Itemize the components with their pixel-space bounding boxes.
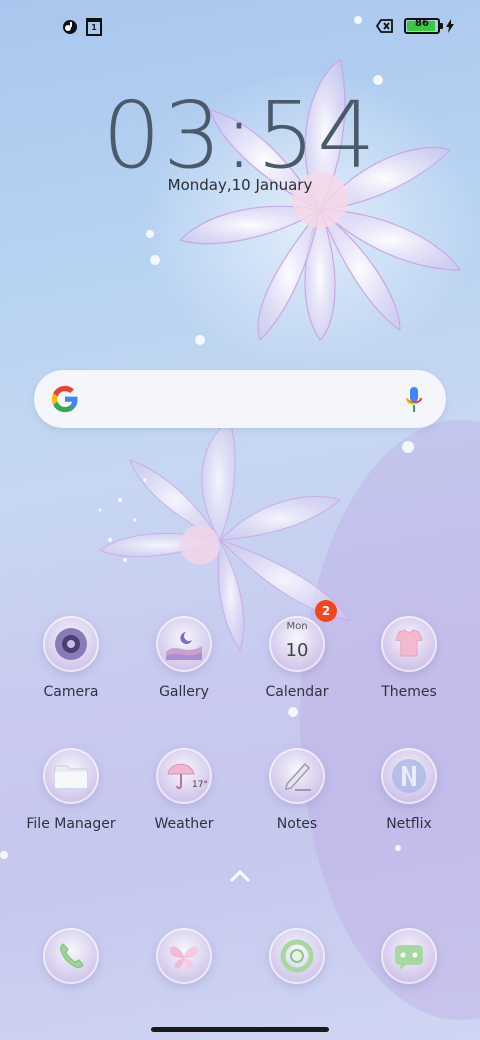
google-g-icon <box>51 385 78 413</box>
app-notes[interactable]: Notes <box>242 748 352 832</box>
butterfly-icon <box>156 928 212 984</box>
dock-butterfly-app[interactable] <box>129 928 239 984</box>
app-camera[interactable]: Camera <box>16 616 126 700</box>
phone-icon <box>43 928 99 984</box>
camera-icon <box>43 616 99 672</box>
app-weather[interactable]: 17° Weather <box>129 748 239 832</box>
charging-bolt-icon <box>446 19 454 33</box>
app-gallery[interactable]: Gallery <box>129 616 239 700</box>
home-indicator[interactable] <box>151 1027 329 1032</box>
chrome-icon <box>269 928 325 984</box>
app-netflix[interactable]: Netflix <box>354 748 464 832</box>
themes-icon <box>381 616 437 672</box>
app-label: Weather <box>154 816 214 832</box>
calendar-day-name: Mon <box>286 621 308 632</box>
weather-umbrella-icon: 17° <box>156 748 212 804</box>
app-file-manager[interactable]: File Manager <box>16 748 126 832</box>
dock-messages[interactable] <box>354 928 464 984</box>
calendar-day-number: 10 <box>285 640 309 661</box>
app-label: Camera <box>43 684 99 700</box>
battery-percent: 86 <box>415 18 429 29</box>
lockscreen-date[interactable]: Monday,10 January <box>0 176 480 194</box>
app-themes[interactable]: Themes <box>354 616 464 700</box>
gallery-icon <box>156 616 212 672</box>
calendar-notification-icon: 1 <box>86 18 102 36</box>
chevron-up-icon[interactable] <box>228 868 252 884</box>
app-label: Notes <box>276 816 318 832</box>
dock-chrome[interactable] <box>242 928 352 984</box>
app-label: Calendar <box>265 684 329 700</box>
lockscreen-clock[interactable]: 03:54 <box>0 82 480 189</box>
no-sim-icon <box>376 19 393 33</box>
weather-temperature: 17° <box>192 780 208 790</box>
google-search-bar[interactable] <box>34 370 446 428</box>
notes-pencil-icon <box>269 748 325 804</box>
netflix-icon <box>381 748 437 804</box>
app-label: Themes <box>381 684 437 700</box>
app-calendar[interactable]: Mon 10 2 Calendar <box>242 600 352 700</box>
notification-badge: 2 <box>315 600 337 622</box>
app-label: Gallery <box>159 684 209 700</box>
messages-icon <box>381 928 437 984</box>
calendar-icon: Mon 10 2 <box>269 600 337 672</box>
battery-indicator: 86 <box>404 18 443 34</box>
app-label: Netflix <box>386 816 432 832</box>
status-bar: 1 86 <box>0 0 480 56</box>
notification-app-icon <box>63 20 77 34</box>
app-label: File Manager <box>26 816 116 832</box>
folder-icon <box>43 748 99 804</box>
microphone-icon[interactable] <box>404 386 424 414</box>
dock-phone[interactable] <box>16 928 126 984</box>
